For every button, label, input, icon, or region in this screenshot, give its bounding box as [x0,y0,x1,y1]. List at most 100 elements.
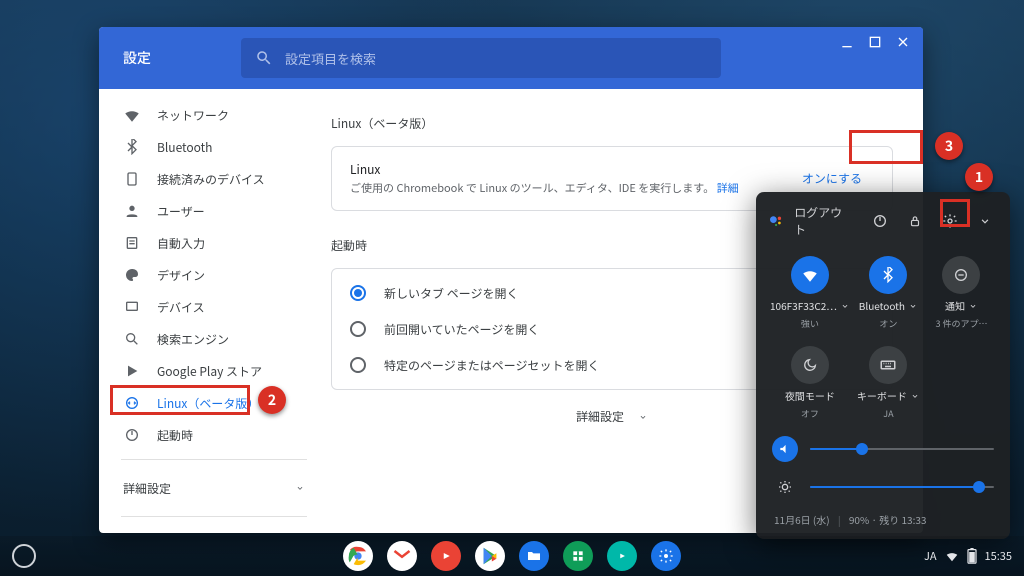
wifi-icon [945,549,959,563]
sidebar: ネットワーク Bluetooth 接続済みのデバイス ユーザー 自動入力 デザイ… [99,89,329,533]
sidebar-item-autofill[interactable]: 自動入力 [99,227,329,259]
lock-button[interactable] [903,207,928,235]
radio-icon [350,321,366,337]
callout-box-1 [940,199,970,227]
sidebar-item-device[interactable]: デバイス [99,291,329,323]
enable-linux-button[interactable]: オンにする [790,164,874,193]
files-app-icon[interactable] [519,541,549,571]
sidebar-item-label: ネットワーク [157,107,229,124]
callout-box-2 [110,385,250,415]
quick-settings-panel: ログアウト 106F3F33C2… 強い Bluetooth オン 通知 3 件… [756,192,1010,539]
wifi-icon [791,256,829,294]
sidebar-item-label: 詳細設定 [123,480,171,497]
bluetooth-icon [123,138,141,156]
chevron-down-icon [968,301,978,311]
person-icon [123,202,141,220]
qs-tile-sub: オフ [801,407,819,420]
search-input[interactable] [285,49,707,68]
sidebar-item-label: 接続済みのデバイス [157,171,265,188]
sidebar-item-bluetooth[interactable]: Bluetooth [99,131,329,163]
sidebar-item-label: デザイン [157,267,205,284]
shelf-apps [343,541,681,571]
qs-tile-sub: JA [883,407,893,420]
play-store-app-icon[interactable] [475,541,505,571]
qs-tile-sub: オン [879,317,897,330]
palette-icon [123,266,141,284]
callout-box-3 [849,130,923,164]
sidebar-item-search-engine[interactable]: 検索エンジン [99,323,329,355]
callout-1: 1 [965,163,993,191]
qs-tile-keyboard[interactable]: キーボード JA [852,342,925,424]
status-area[interactable]: JA 15:35 [924,548,1012,564]
minimize-icon[interactable] [839,34,855,50]
slider-track[interactable] [810,448,994,450]
learn-more-link[interactable]: 詳細 [717,180,739,196]
sidebar-item-label: ユーザー [157,203,205,220]
logout-button[interactable]: ログアウト [794,204,848,238]
sidebar-item-appearance[interactable]: デザイン [99,259,329,291]
qs-tile-label: キーボード [857,388,920,403]
qs-tile-night-light[interactable]: 夜間モード オフ [768,342,852,424]
page-title: 設定 [123,48,151,68]
maximize-icon[interactable] [867,34,883,50]
sidebar-item-label: 起動時 [157,427,193,444]
search-icon [123,330,141,348]
search-bar[interactable] [241,38,721,78]
callout-2: 2 [258,386,286,414]
callout-3: 3 [935,132,963,160]
sheets-app-icon[interactable] [563,541,593,571]
qs-tile-bluetooth[interactable]: Bluetooth オン [852,252,925,334]
radio-icon [350,285,366,301]
keyboard-icon [869,346,907,384]
assignment-icon [123,234,141,252]
slider-track[interactable] [810,486,994,488]
sidebar-item-label: 検索エンジン [157,331,229,348]
shelf: JA 15:35 [0,536,1024,576]
qs-battery: 90% · 残り 13:33 [849,512,927,527]
qs-tile-notifications[interactable]: 通知 3 件のアプ… [925,252,998,334]
radio-label: 前回開いていたページを開く [384,321,539,338]
sidebar-advanced[interactable]: 詳細設定 [99,468,329,508]
gmail-app-icon[interactable] [387,541,417,571]
chevron-down-icon [910,391,920,401]
sidebar-item-label: デバイス [157,299,205,316]
advanced-label: 詳細設定 [576,408,624,425]
qs-tile-label: 106F3F33C2… [770,298,850,313]
sidebar-item-startup[interactable]: 起動時 [99,419,329,451]
sidebar-item-network[interactable]: ネットワーク [99,99,329,131]
qs-status-bar: 11月6日 (水) | 90% · 残り 13:33 [768,506,998,529]
youtube-app-icon[interactable] [431,541,461,571]
volume-slider[interactable] [768,430,998,468]
settings-app-icon[interactable] [651,541,681,571]
ime-indicator: JA [924,548,937,564]
sidebar-extensions[interactable]: 拡張機能 [99,525,329,533]
chevron-down-icon [638,412,648,422]
play-icon [123,362,141,380]
battery-icon [967,548,977,564]
radio-label: 特定のページまたはページセットを開く [384,357,600,374]
chrome-app-icon[interactable] [343,541,373,571]
devices-icon [123,170,141,188]
sidebar-item-label: Google Play ストア [157,363,262,380]
sidebar-item-label: 自動入力 [157,235,205,252]
qs-tile-wifi[interactable]: 106F3F33C2… 強い [768,252,852,334]
collapse-button[interactable] [973,207,998,235]
sidebar-item-people[interactable]: ユーザー [99,195,329,227]
shutdown-button[interactable] [868,207,893,235]
night-icon [791,346,829,384]
qs-tile-label: 夜間モード [785,388,835,403]
brightness-slider[interactable] [768,468,998,506]
assistant-icon[interactable] [768,212,784,230]
power-icon [123,426,141,444]
radio-icon [350,357,366,373]
launcher-button[interactable] [12,544,36,568]
sidebar-item-play-store[interactable]: Google Play ストア [99,355,329,387]
sidebar-item-connected-devices[interactable]: 接続済みのデバイス [99,163,329,195]
close-icon[interactable] [895,34,911,50]
header: 設定 [99,27,923,89]
radio-label: 新しいタブ ページを開く [384,285,518,302]
linux-card-description: ご使用の Chromebook で Linux のツール、エディタ、IDE を実… [350,180,739,196]
wifi-icon [123,106,141,124]
play-music-app-icon[interactable] [607,541,637,571]
qs-tile-sub: 強い [801,317,819,330]
